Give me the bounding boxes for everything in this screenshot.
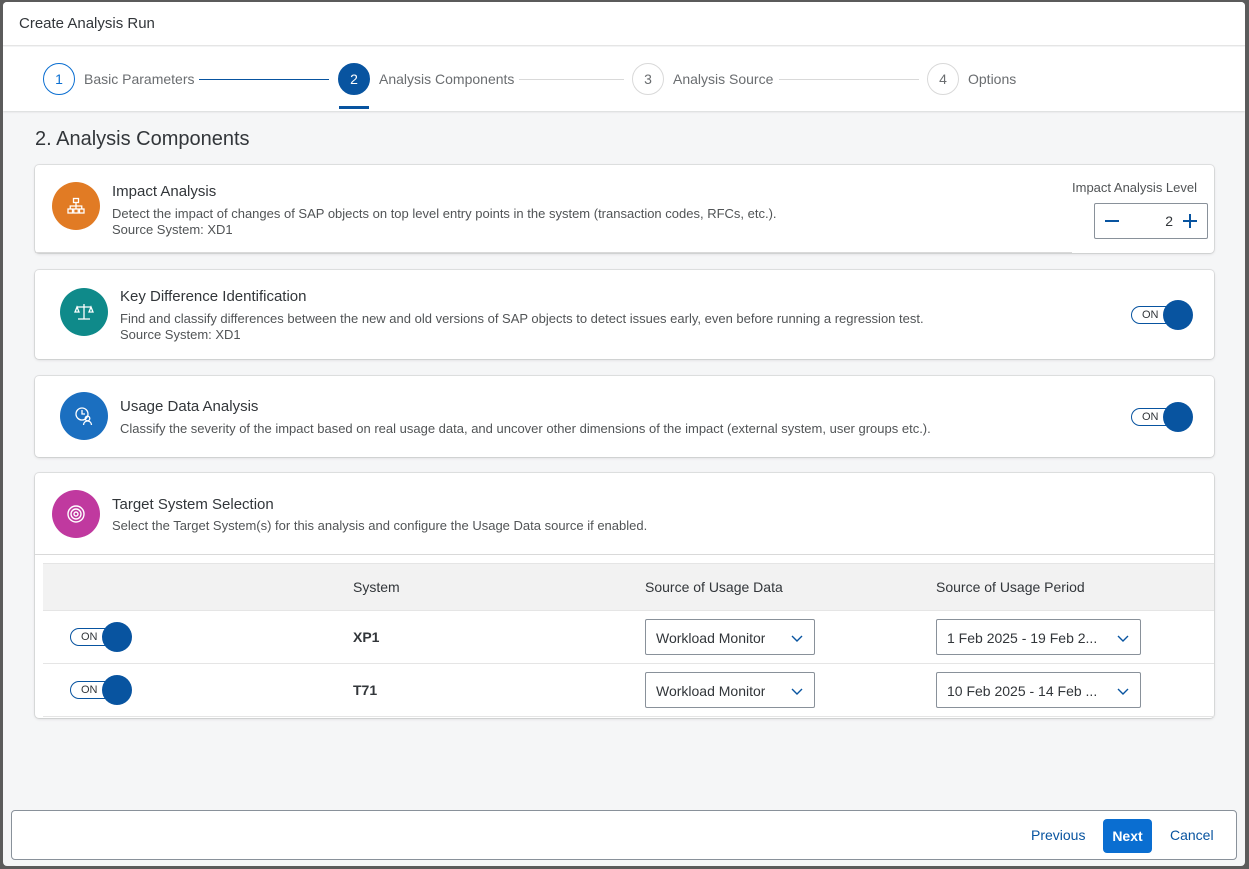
- column-header-usage-source: Source of Usage Data: [645, 579, 783, 595]
- active-step-indicator: [339, 106, 369, 109]
- target-system-description: Select the Target System(s) for this ana…: [112, 518, 648, 533]
- key-difference-card: Key Difference Identification Find and c…: [35, 270, 1214, 359]
- step-label: Analysis Components: [379, 71, 515, 87]
- key-difference-title: Key Difference Identification: [120, 288, 307, 305]
- table-row: ON XP1 Workload Monitor 1 Feb 2025 - 19 …: [43, 611, 1214, 664]
- impact-level-value[interactable]: 2: [1129, 213, 1173, 229]
- usage-source-select[interactable]: Workload Monitor: [645, 672, 815, 708]
- step-label: Options: [968, 71, 1017, 87]
- target-system-card: Target System Selection Select the Targe…: [35, 473, 1214, 718]
- wizard-content: 2. Analysis Components Impact Analysis D…: [3, 112, 1245, 806]
- chevron-down-icon: [791, 635, 803, 642]
- step-number: 4: [927, 63, 959, 95]
- wizard-step-analysis-components[interactable]: 2 Analysis Components: [338, 63, 514, 95]
- wizard-step-basic-parameters[interactable]: 1 Basic Parameters: [43, 63, 194, 95]
- dialog-header: Create Analysis Run: [3, 2, 1245, 46]
- impact-analysis-title: Impact Analysis: [112, 183, 217, 200]
- column-header-system: System: [353, 579, 400, 595]
- wizard-step-options[interactable]: 4 Options: [927, 63, 1016, 95]
- increment-button[interactable]: [1173, 204, 1207, 238]
- system-toggle-t71[interactable]: ON: [70, 675, 132, 705]
- card-divider: [35, 252, 1072, 253]
- chevron-down-icon: [1117, 635, 1129, 642]
- target-system-title: Target System Selection: [112, 496, 274, 513]
- step-connector-3: [779, 79, 919, 80]
- usage-data-toggle[interactable]: ON: [1131, 402, 1193, 432]
- hierarchy-icon: [52, 182, 100, 230]
- next-button[interactable]: Next: [1103, 819, 1152, 853]
- card-divider: [35, 554, 1214, 555]
- column-header-usage-period: Source of Usage Period: [936, 579, 1085, 595]
- system-name: XP1: [353, 629, 380, 645]
- step-label: Analysis Source: [673, 71, 774, 87]
- minus-icon: [1105, 220, 1119, 222]
- plus-icon: [1183, 214, 1197, 228]
- usage-data-description: Classify the severity of the impact base…: [120, 421, 931, 436]
- toggle-knob: [1163, 402, 1193, 432]
- key-difference-description: Find and classify differences between th…: [120, 311, 924, 326]
- decrement-button[interactable]: [1095, 204, 1129, 238]
- usage-period-select[interactable]: 10 Feb 2025 - 14 Feb ...: [936, 672, 1141, 708]
- impact-level-stepper: 2: [1094, 203, 1208, 239]
- step-number: 2: [338, 63, 370, 95]
- step-number: 1: [43, 63, 75, 95]
- section-title: 2. Analysis Components: [35, 128, 250, 150]
- target-table-header: System Source of Usage Data Source of Us…: [43, 563, 1214, 611]
- system-toggle-xp1[interactable]: ON: [70, 622, 132, 652]
- usage-user-icon: [60, 392, 108, 440]
- step-connector-1: [199, 79, 329, 80]
- chevron-down-icon: [1117, 688, 1129, 695]
- wizard-progress-bar: 1 Basic Parameters 2 Analysis Components…: [3, 47, 1245, 111]
- dialog-title: Create Analysis Run: [19, 15, 155, 32]
- cancel-button[interactable]: Cancel: [1170, 827, 1214, 843]
- previous-button[interactable]: Previous: [1031, 827, 1085, 843]
- usage-period-select[interactable]: 1 Feb 2025 - 19 Feb 2...: [936, 619, 1141, 655]
- key-difference-source: Source System: XD1: [120, 327, 241, 342]
- chevron-down-icon: [791, 688, 803, 695]
- toggle-knob: [102, 675, 132, 705]
- impact-analysis-description: Detect the impact of changes of SAP obje…: [112, 206, 777, 221]
- create-analysis-run-dialog: Create Analysis Run 1 Basic Parameters 2…: [3, 2, 1245, 866]
- dialog-footer: Previous Next Cancel: [11, 810, 1237, 860]
- impact-level-label: Impact Analysis Level: [1072, 180, 1198, 195]
- key-difference-toggle[interactable]: ON: [1131, 300, 1193, 330]
- balance-scale-icon: [60, 288, 108, 336]
- system-name: T71: [353, 682, 378, 698]
- usage-source-select[interactable]: Workload Monitor: [645, 619, 815, 655]
- target-icon: [52, 490, 100, 538]
- wizard-step-analysis-source[interactable]: 3 Analysis Source: [632, 63, 773, 95]
- step-label: Basic Parameters: [84, 71, 195, 87]
- toggle-knob: [102, 622, 132, 652]
- step-number: 3: [632, 63, 664, 95]
- impact-analysis-source: Source System: XD1: [112, 222, 233, 237]
- table-row: ON T71 Workload Monitor 10 Feb 2025 - 14…: [43, 664, 1214, 717]
- usage-data-card: Usage Data Analysis Classify the severit…: [35, 376, 1214, 457]
- usage-data-title: Usage Data Analysis: [120, 398, 259, 415]
- step-connector-2: [519, 79, 624, 80]
- impact-analysis-card: Impact Analysis Detect the impact of cha…: [35, 165, 1214, 253]
- toggle-knob: [1163, 300, 1193, 330]
